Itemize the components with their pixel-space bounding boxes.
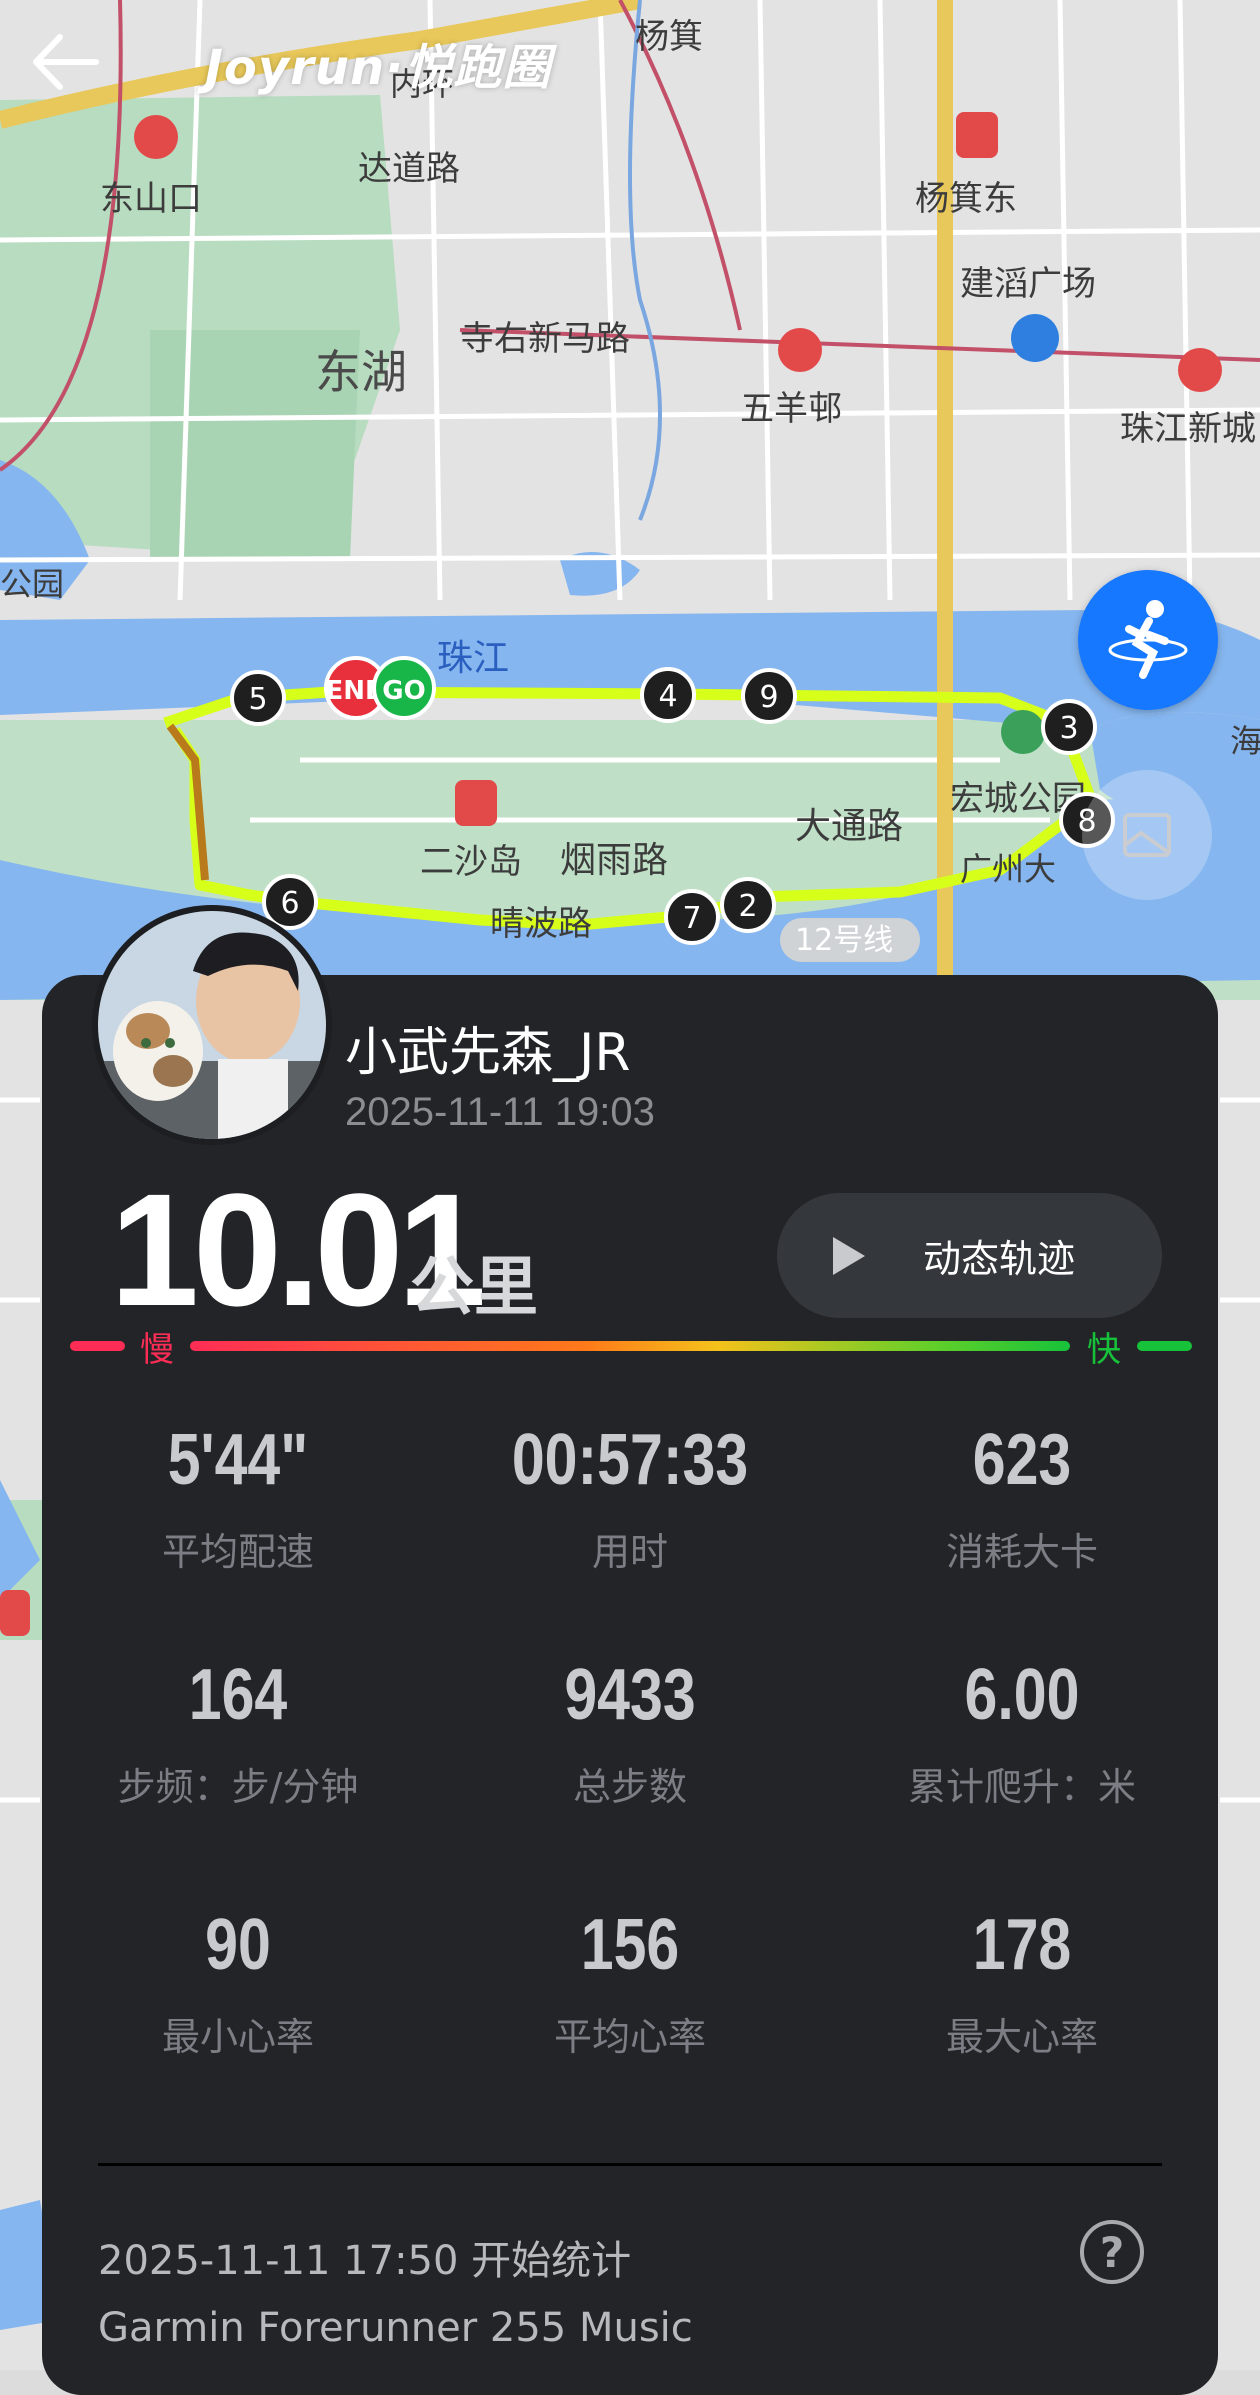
stat-value: 9433 bbox=[564, 1655, 696, 1735]
stat-label: 用时 bbox=[591, 1530, 668, 1574]
map-label: 杨箕东 bbox=[915, 179, 1017, 219]
svg-text:7: 7 bbox=[682, 901, 701, 936]
back-button[interactable] bbox=[22, 22, 110, 102]
stat-value: 6.00 bbox=[964, 1655, 1080, 1735]
map-label: 海 bbox=[1230, 722, 1260, 760]
stat-avg-hr: 156 平均心率 bbox=[434, 1905, 826, 2059]
stat-label: 消耗大卡 bbox=[945, 1530, 1098, 1574]
map-label: 珠江 bbox=[437, 638, 509, 679]
stat-avg-pace: 5'44" 平均配速 bbox=[42, 1420, 434, 1574]
svg-text:5: 5 bbox=[248, 682, 267, 717]
svg-text:2: 2 bbox=[738, 889, 757, 924]
map-label: 烟雨路 bbox=[560, 840, 668, 881]
avatar[interactable] bbox=[92, 905, 332, 1145]
map-label: 建滔广场 bbox=[960, 264, 1096, 304]
stat-calories: 623 消耗大卡 bbox=[826, 1420, 1218, 1574]
stat-label: 最大心率 bbox=[945, 2015, 1098, 2059]
stat-label: 总步数 bbox=[572, 1765, 687, 1809]
map-label: 东湖 bbox=[315, 345, 407, 399]
map-label: 五羊邨 bbox=[740, 389, 842, 429]
divider bbox=[98, 2163, 1162, 2166]
share-image-button[interactable] bbox=[1082, 770, 1212, 900]
help-button[interactable]: ? bbox=[1080, 2220, 1144, 2284]
stat-max-hr: 178 最大心率 bbox=[826, 1905, 1218, 2059]
stat-label: 步频：步/分钟 bbox=[117, 1765, 359, 1809]
stat-value: 178 bbox=[972, 1905, 1072, 1985]
image-icon bbox=[1123, 813, 1171, 857]
svg-text:3: 3 bbox=[1059, 711, 1078, 746]
stat-cadence: 164 步频：步/分钟 bbox=[42, 1655, 434, 1809]
question-circle-icon: ? bbox=[1099, 2227, 1125, 2277]
run-mode-button[interactable] bbox=[1078, 570, 1218, 710]
park-icon bbox=[1001, 710, 1045, 754]
replay-track-button[interactable]: 动态轨迹 bbox=[777, 1193, 1162, 1318]
map-label: 东山口 bbox=[100, 179, 202, 219]
stat-elevation-gain: 6.00 累计爬升：米 bbox=[826, 1655, 1218, 1809]
stat-value: 623 bbox=[972, 1420, 1072, 1500]
top-bar: Joyrun·悦跑圈 bbox=[0, 0, 1260, 120]
svg-text:6: 6 bbox=[280, 886, 299, 921]
stat-label: 平均配速 bbox=[161, 1530, 314, 1574]
stat-value: 90 bbox=[205, 1905, 271, 1985]
pace-legend-bar bbox=[70, 1341, 1192, 1351]
map-label: 珠江新城 bbox=[1120, 409, 1256, 449]
run-datetime: 2025-11-11 19:03 bbox=[345, 1090, 655, 1134]
km-marker[interactable]: 5 bbox=[230, 670, 286, 726]
map-label: 公园 bbox=[0, 565, 64, 603]
km-marker[interactable]: 4 bbox=[640, 667, 696, 723]
stat-value: 164 bbox=[188, 1655, 288, 1735]
map-label: 晴波路 bbox=[490, 904, 592, 944]
distance-unit: 公里 bbox=[410, 1251, 538, 1325]
stat-label: 累计爬升：米 bbox=[907, 1765, 1136, 1809]
map-label: 二沙岛 bbox=[420, 842, 522, 882]
map-label: 达道路 bbox=[358, 149, 460, 189]
arrow-left-icon bbox=[33, 34, 99, 90]
stat-value: 156 bbox=[580, 1905, 680, 1985]
km-marker[interactable]: 9 bbox=[741, 668, 797, 724]
stat-min-hr: 90 最小心率 bbox=[42, 1905, 434, 2059]
start-stat-time: 2025-11-11 17:50 开始统计 bbox=[98, 2238, 632, 2284]
map-label: 大通路 bbox=[795, 806, 903, 847]
runner-icon bbox=[1108, 600, 1188, 679]
go-marker[interactable]: GO bbox=[372, 656, 436, 720]
stat-value: 5'44" bbox=[167, 1420, 309, 1500]
stat-duration: 00:57:33 用时 bbox=[434, 1420, 826, 1574]
fast-label: 快 bbox=[1087, 1330, 1121, 1370]
stat-label: 最小心率 bbox=[161, 2015, 314, 2059]
km-marker[interactable]: 3 bbox=[1041, 699, 1097, 755]
stat-label: 平均心率 bbox=[553, 2015, 706, 2059]
map-label: 广州大 bbox=[960, 850, 1056, 888]
km-marker[interactable]: 2 bbox=[720, 877, 776, 933]
map-label: 寺右新马路 bbox=[460, 319, 630, 359]
stat-value: 00:57:33 bbox=[511, 1420, 749, 1500]
bus-stop-icon bbox=[1011, 314, 1059, 362]
map-label: 12号线 bbox=[795, 923, 893, 958]
svg-text:4: 4 bbox=[658, 679, 677, 714]
svg-text:GO: GO bbox=[382, 676, 425, 706]
stat-total-steps: 9433 总步数 bbox=[434, 1655, 826, 1809]
device-name: Garmin Forerunner 255 Music bbox=[98, 2305, 693, 2351]
svg-text:9: 9 bbox=[759, 680, 778, 715]
app-title: Joyrun·悦跑圈 bbox=[205, 40, 552, 96]
slow-label: 慢 bbox=[140, 1330, 174, 1370]
km-marker[interactable]: 7 bbox=[664, 889, 720, 945]
play-icon bbox=[833, 1236, 865, 1275]
replay-track-label: 动态轨迹 bbox=[923, 1237, 1076, 1281]
username: 小武先森_JR bbox=[345, 1023, 631, 1083]
